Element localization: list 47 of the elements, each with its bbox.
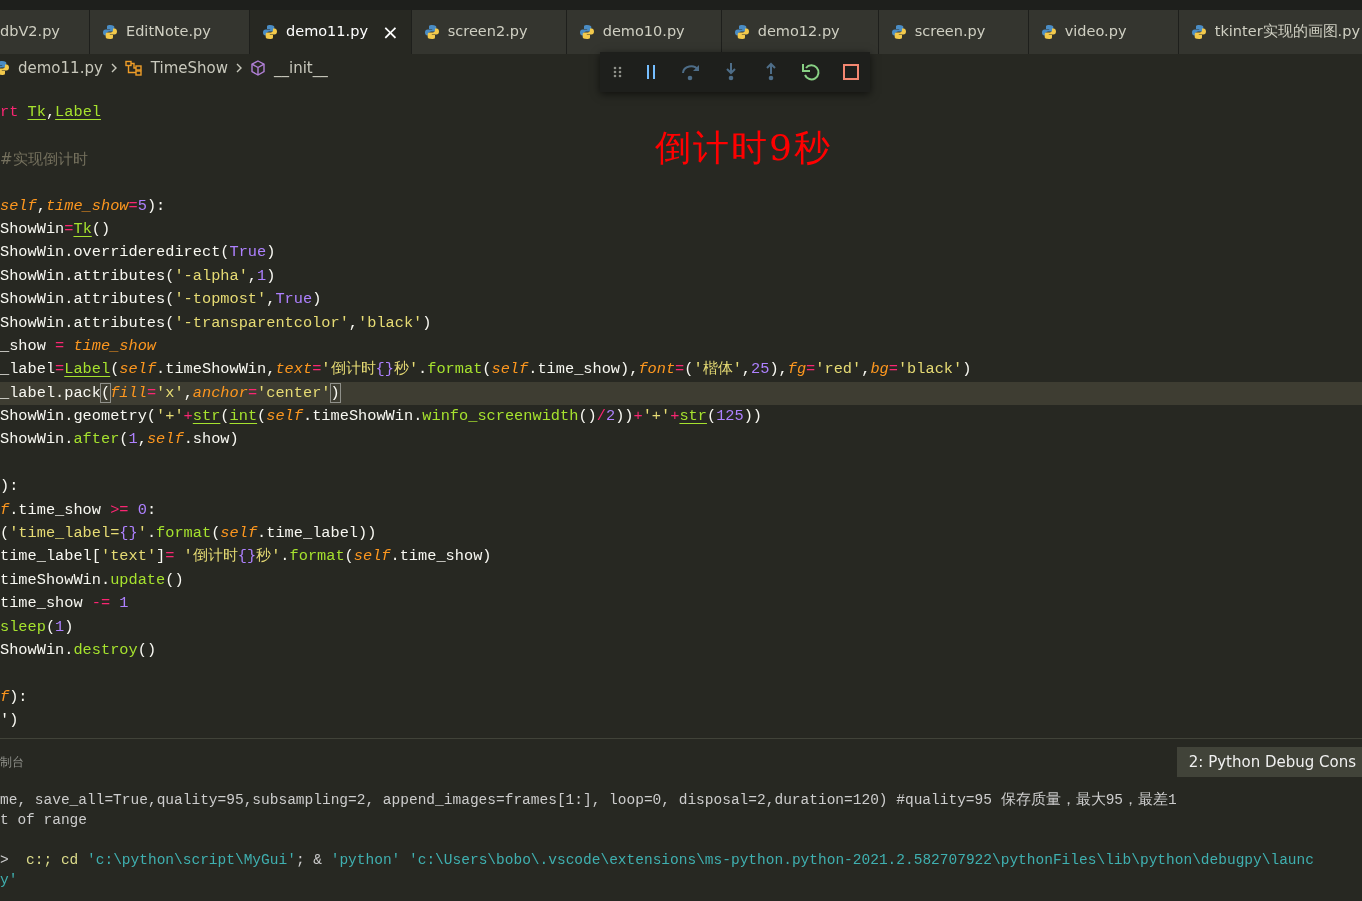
breadcrumb-item[interactable]: TimeShow xyxy=(150,56,228,80)
code-line: #实现倒计时 xyxy=(0,148,88,170)
code-line: time_show -= 1 xyxy=(0,593,129,615)
terminal-line: t of range xyxy=(0,811,87,830)
terminal-line: y' xyxy=(0,871,18,890)
terminal-selector[interactable]: 2: Python Debug Cons xyxy=(1176,746,1362,778)
code-line: timeShowWin.update() xyxy=(0,569,184,591)
code-line: ShowWin.attributes('-alpha',1) xyxy=(0,265,276,287)
editor-tab[interactable]: dbV2.py xyxy=(0,10,90,54)
code-line: ShowWin=Tk() xyxy=(0,218,111,240)
class-icon xyxy=(124,60,143,76)
code-line: ): xyxy=(0,476,19,498)
terminal-line: > c:; cd 'c:\python\script\MyGui'; & 'python' 'c:\Users\bobo\.vscode\extensions\ms-python.python-2021.2.582707922\pythonFiles\lib\python\debugpy\launc xyxy=(0,851,1314,870)
editor-tab[interactable]: demo11.py × xyxy=(250,10,412,54)
code-line: sleep(1) xyxy=(0,616,74,638)
code-line: f.time_show >= 0: xyxy=(0,499,157,521)
drag-handle-icon[interactable] xyxy=(612,65,624,79)
code-line: ('time_label={}'.format(self.time_label)) xyxy=(0,523,377,545)
editor-tab[interactable]: EditNote.py xyxy=(90,10,250,54)
close-icon[interactable]: × xyxy=(381,22,399,42)
editor-tab[interactable]: video.py xyxy=(1028,10,1179,54)
code-line: ShowWin.after(1,self.show) xyxy=(0,429,239,451)
code-line: _show = time_show xyxy=(0,335,157,357)
cube-icon xyxy=(250,60,266,76)
code-line: rt Tk,Label xyxy=(0,102,101,123)
code-line: ShowWin.overrideredirect(True) xyxy=(0,242,276,264)
editor-tab[interactable]: screen.py xyxy=(878,10,1029,54)
countdown-overlay-text: 倒计时9秒 xyxy=(655,128,832,168)
breadcrumb-item[interactable]: __init__ xyxy=(274,56,328,80)
terminal-line: me, save_all=True,quality=95,subsampling=2, append_images=frames[1:], loop=0, disposal=2,duration=120) #quality=95 保存质量，最大95，最差1 xyxy=(0,790,1177,810)
editor-tab[interactable]: tkinter实现的画图.py xyxy=(1178,10,1362,54)
code-line: _label.pack(fill='x',anchor='center') xyxy=(0,382,340,404)
code-line: time_label['text']= '倒计时{}秒'.format(self.time_show) xyxy=(0,546,492,568)
editor-tab[interactable]: demo12.py xyxy=(721,10,879,54)
panel-title: 制台 xyxy=(0,754,24,771)
code-line: self,time_show=5): xyxy=(0,195,166,217)
code-line: ShowWin.attributes('-topmost',True) xyxy=(0,289,322,311)
chevron-icon xyxy=(234,62,244,74)
code-line: ') xyxy=(0,710,19,732)
editor-tab[interactable]: screen2.py xyxy=(411,10,567,54)
code-line: ShowWin.destroy() xyxy=(0,640,157,661)
editor-tab[interactable]: demo10.py xyxy=(566,10,722,54)
code-line: f): xyxy=(0,686,28,708)
code-line: _label=Label(self.timeShowWin,text='倒计时{}秒'.format(self.time_show),font=('楷体',25),fg='red',bg='black') xyxy=(0,359,972,381)
code-line: ShowWin.attributes('-transparentcolor','black') xyxy=(0,312,432,334)
code-line: ShowWin.geometry('+'+str(int(self.timeShowWin.winfo_screenwidth()/2))+'+'+str(125)) xyxy=(0,406,763,428)
breadcrumb-item[interactable]: demo11.py xyxy=(18,56,103,80)
